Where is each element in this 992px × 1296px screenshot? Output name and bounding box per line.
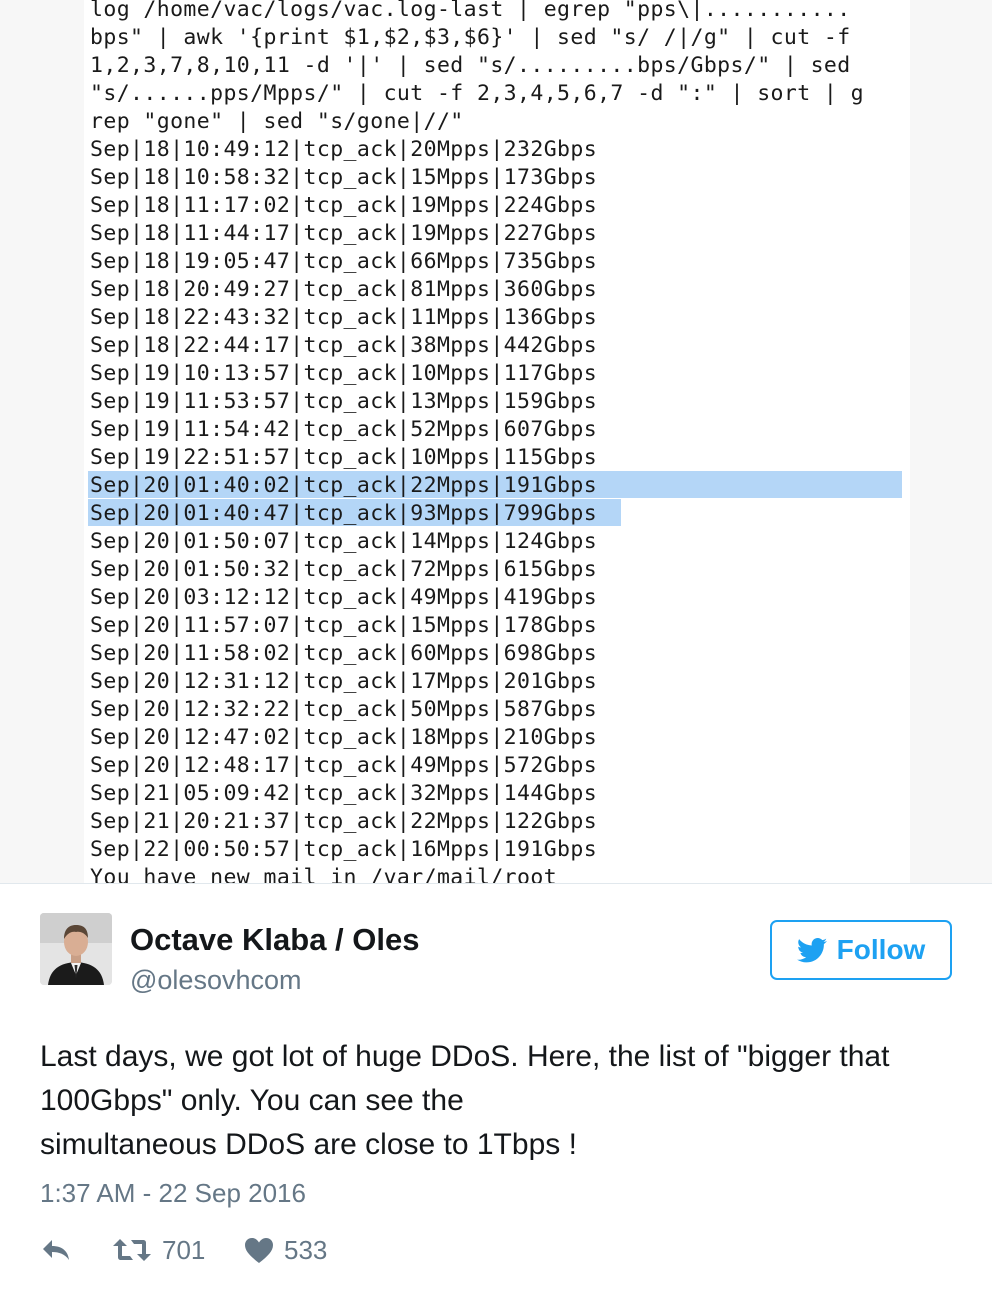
author-name[interactable]: Octave Klaba / Oles xyxy=(130,920,419,960)
terminal-line: Sep|20|11:57:07|tcp_ack|15Mpps|178Gbps xyxy=(90,613,598,638)
terminal-line: Sep|19|11:53:57|tcp_ack|13Mpps|159Gbps xyxy=(90,389,598,414)
terminal-line: Sep|19|22:51:57|tcp_ack|10Mpps|115Gbps xyxy=(90,445,598,470)
twitter-bird-icon xyxy=(796,937,827,962)
terminal-line: Sep|20|12:31:12|tcp_ack|17Mpps|201Gbps xyxy=(90,669,598,694)
tweet-text-line: simultaneous DDoS are close to 1Tbps ! xyxy=(40,1128,577,1161)
terminal-screenshot: log /home/vac/logs/vac.log-last | egrep … xyxy=(0,0,992,884)
terminal-line: log /home/vac/logs/vac.log-last | egrep … xyxy=(90,0,851,22)
like-count: 533 xyxy=(284,1234,328,1265)
terminal-line: Sep|20|01:50:32|tcp_ack|72Mpps|615Gbps xyxy=(90,557,598,582)
avatar-photo xyxy=(40,913,112,985)
follow-label: Follow xyxy=(836,934,926,965)
terminal-line: Sep|18|10:49:12|tcp_ack|20Mpps|232Gbps xyxy=(90,137,598,162)
terminal-line: Sep|20|01:40:47|tcp_ack|93Mpps|799Gbps xyxy=(90,501,598,526)
terminal-line: Sep|20|12:47:02|tcp_ack|18Mpps|210Gbps xyxy=(90,725,598,750)
terminal-line: Sep|20|12:32:22|tcp_ack|50Mpps|587Gbps xyxy=(90,697,598,722)
terminal-line: Sep|18|22:43:32|tcp_ack|11Mpps|136Gbps xyxy=(90,305,598,330)
terminal-line: Sep|22|00:50:57|tcp_ack|16Mpps|191Gbps xyxy=(90,837,598,862)
terminal-line: You have new mail in /var/mail/root xyxy=(90,865,558,884)
terminal-line: 1,2,3,7,8,10,11 -d '|' | sed "s/........… xyxy=(90,53,851,78)
reply-button[interactable] xyxy=(40,1228,72,1272)
tweet-text-line: 100Gbps" only. You can see the xyxy=(40,1084,464,1117)
reply-icon xyxy=(43,1240,69,1260)
terminal-line: Sep|20|11:58:02|tcp_ack|60Mpps|698Gbps xyxy=(90,641,598,666)
terminal-line: Sep|20|12:48:17|tcp_ack|49Mpps|572Gbps xyxy=(90,753,598,778)
terminal-line: Sep|20|03:12:12|tcp_ack|49Mpps|419Gbps xyxy=(90,585,598,610)
retweet-button[interactable]: 701 xyxy=(112,1228,205,1272)
terminal-line: Sep|18|19:05:47|tcp_ack|66Mpps|735Gbps xyxy=(90,249,598,274)
retweet-count: 701 xyxy=(162,1234,206,1265)
tweet-text-line: Last days, we got lot of huge DDoS. Here… xyxy=(40,1040,890,1073)
terminal-line: rep "gone" | sed "s/gone|//" xyxy=(90,109,464,134)
terminal-line: bps" | awk '{print $1,$2,$3,$6}' | sed "… xyxy=(90,25,851,50)
terminal-line: "s/......pps/Mpps/" | cut -f 2,3,4,5,6,7… xyxy=(90,81,864,106)
terminal-line: Sep|20|01:50:07|tcp_ack|14Mpps|124Gbps xyxy=(90,529,598,554)
terminal-line: Sep|18|11:44:17|tcp_ack|19Mpps|227Gbps xyxy=(90,221,598,246)
terminal-line: Sep|21|20:21:37|tcp_ack|22Mpps|122Gbps xyxy=(90,809,598,834)
terminal-line: Sep|18|11:17:02|tcp_ack|19Mpps|224Gbps xyxy=(90,193,598,218)
terminal-line: Sep|18|10:58:32|tcp_ack|15Mpps|173Gbps xyxy=(90,165,598,190)
terminal-line: Sep|19|10:13:57|tcp_ack|10Mpps|117Gbps xyxy=(90,361,598,386)
avatar[interactable] xyxy=(40,913,112,985)
terminal-line: Sep|18|20:49:27|tcp_ack|81Mpps|360Gbps xyxy=(90,277,598,302)
terminal-line: Sep|18|22:44:17|tcp_ack|38Mpps|442Gbps xyxy=(90,333,598,358)
author-handle[interactable]: @olesovhcom xyxy=(130,962,301,998)
terminal-output: log /home/vac/logs/vac.log-last | egrep … xyxy=(84,0,910,884)
follow-button[interactable]: Follow xyxy=(770,920,952,980)
terminal-line: Sep|20|01:40:02|tcp_ack|22Mpps|191Gbps xyxy=(90,473,598,498)
terminal-line: Sep|21|05:09:42|tcp_ack|32Mpps|144Gbps xyxy=(90,781,598,806)
retweet-icon xyxy=(113,1239,151,1261)
tweet-timestamp[interactable]: 1:37 AM - 22 Sep 2016 xyxy=(40,1175,306,1211)
heart-icon xyxy=(245,1237,273,1263)
like-button[interactable]: 533 xyxy=(244,1228,327,1272)
tweet-text: Last days, we got lot of huge DDoS. Here… xyxy=(40,1035,970,1167)
divider xyxy=(0,883,992,884)
terminal-line: Sep|19|11:54:42|tcp_ack|52Mpps|607Gbps xyxy=(90,417,598,442)
